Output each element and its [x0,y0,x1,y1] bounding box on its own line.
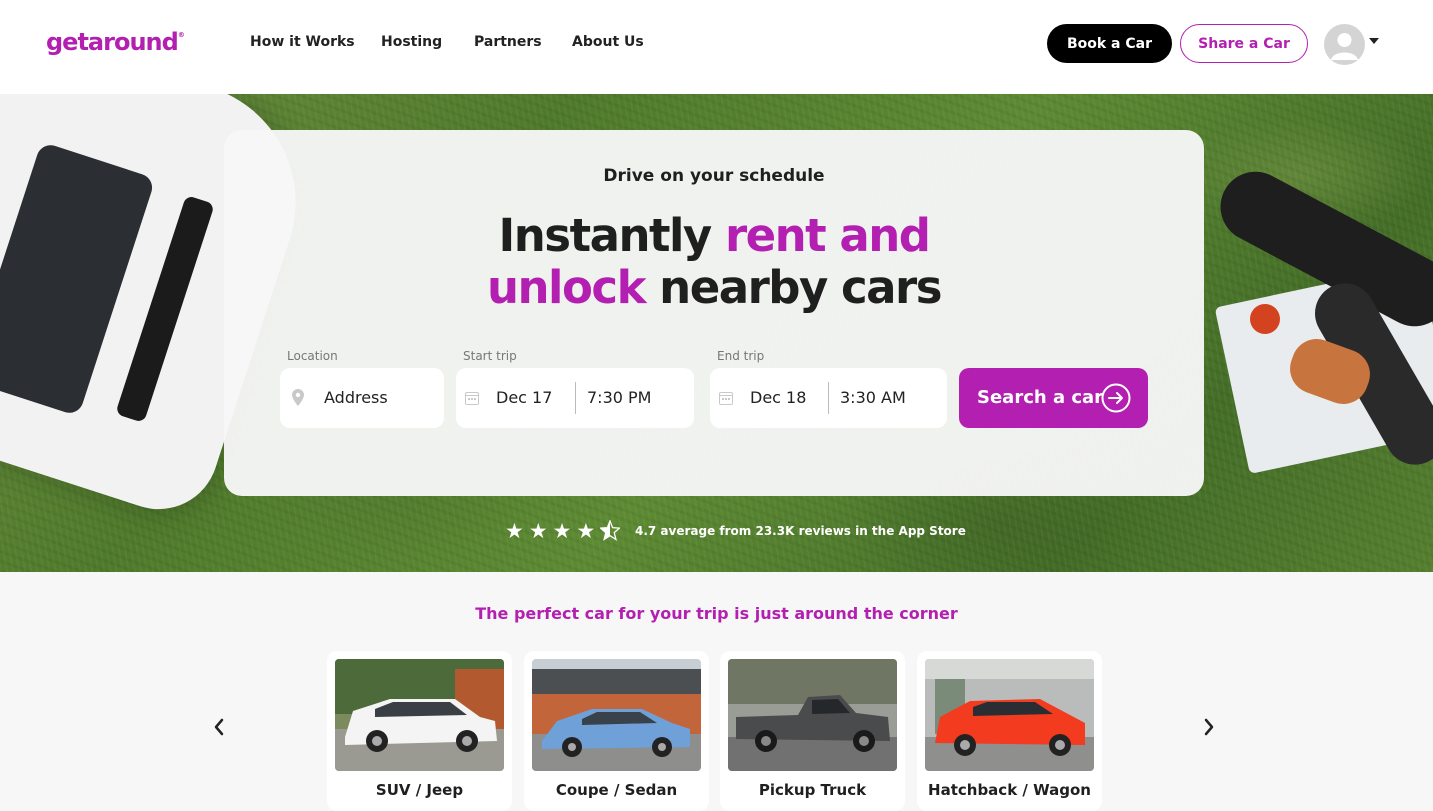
start-time-input[interactable]: 7:30 PM [587,388,651,407]
avatar[interactable] [1324,24,1365,65]
rating-stars: ★ ★ ★ ★ [505,519,621,543]
start-trip-field[interactable]: Dec 17 7:30 PM [456,368,694,428]
chevron-right-icon[interactable] [1203,717,1215,737]
getaround-logo[interactable]: getaround® [46,28,185,56]
sedan-image [532,659,701,771]
start-date-input[interactable]: Dec 17 [496,388,552,407]
nav-how-it-works[interactable]: How it Works [250,34,355,50]
field-divider [575,382,576,414]
pickup-truck-image [728,659,897,771]
book-a-car-button[interactable]: Book a Car [1047,24,1172,63]
hero-subtitle: Drive on your schedule [603,166,825,186]
category-card-hatchback[interactable]: Hatchback / Wagon [917,651,1102,811]
title-part: Instantly [498,209,725,262]
rating-text: 4.7 average from 23.3K reviews in the Ap… [635,524,966,538]
star-icon: ★ [576,519,596,543]
user-icon [1331,33,1358,60]
nav-about-us[interactable]: About Us [572,34,644,50]
arrow-right-icon [1101,383,1131,413]
categories-tagline: The perfect car for your trip is just ar… [475,604,958,623]
calendar-icon [719,392,733,405]
end-trip-label: End trip [717,349,765,363]
food-image [1250,304,1280,334]
half-star-icon [600,520,621,541]
title-accent: rent and [724,209,931,262]
search-a-car-button[interactable]: Search a car [959,368,1148,428]
location-pin-icon [292,389,304,406]
share-a-car-button[interactable]: Share a Car [1180,24,1308,63]
title-accent: unlock [486,261,647,314]
location-input[interactable]: Address [324,388,388,407]
logo-text: getaround [46,28,179,56]
hatchback-image [925,659,1094,771]
hero-title: Instantly rent and unlock nearby cars [224,210,1204,314]
chevron-left-icon[interactable] [213,717,225,737]
location-field[interactable]: Address [280,368,444,428]
category-card-pickup[interactable]: Pickup Truck [720,651,905,811]
category-label: Hatchback / Wagon [928,781,1091,799]
star-icon: ★ [552,519,572,543]
search-card: Drive on your schedule Instantly rent an… [224,130,1204,496]
site-header: getaround® How it Works Hosting Partners… [0,0,1433,94]
nav-partners[interactable]: Partners [474,34,542,50]
start-trip-label: Start trip [463,349,517,363]
search-button-label: Search a car [977,387,1104,408]
category-label: SUV / Jeep [375,781,464,799]
hero-section: Drive on your schedule Instantly rent an… [0,94,1433,572]
end-time-input[interactable]: 3:30 AM [840,388,906,407]
location-label: Location [287,349,338,363]
title-part: nearby cars [645,261,942,314]
category-card-suv[interactable]: SUV / Jeep [327,651,512,811]
star-icon: ★ [505,519,524,543]
caret-down-icon[interactable] [1369,38,1379,44]
end-date-input[interactable]: Dec 18 [750,388,806,407]
category-label: Pickup Truck [758,781,867,799]
end-trip-field[interactable]: Dec 18 3:30 AM [710,368,947,428]
field-divider [828,382,829,414]
registered-mark: ® [177,31,185,39]
star-icon: ★ [528,519,548,543]
nav-hosting[interactable]: Hosting [381,34,442,50]
category-card-sedan[interactable]: Coupe / Sedan [524,651,709,811]
suv-image [335,659,504,771]
category-label: Coupe / Sedan [555,781,678,799]
calendar-icon [465,392,479,405]
